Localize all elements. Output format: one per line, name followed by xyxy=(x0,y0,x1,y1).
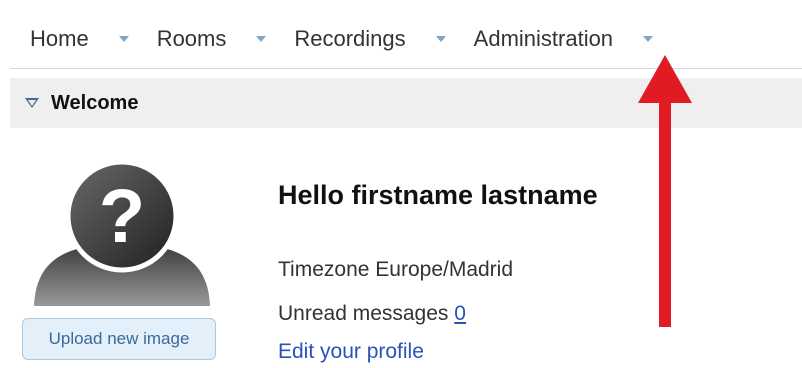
page: Home Rooms Recordings Administration Wel… xyxy=(0,0,802,368)
menu-item-label: Home xyxy=(30,26,89,51)
upload-new-image-button[interactable]: Upload new image xyxy=(22,318,216,360)
menu-item-label: Rooms xyxy=(156,26,227,51)
menu-item-rooms[interactable]: Rooms xyxy=(137,10,275,68)
timezone-line: Timezone Europe/Madrid xyxy=(278,258,513,282)
svg-text:?: ? xyxy=(99,174,145,259)
collapse-triangle-icon[interactable] xyxy=(25,98,39,108)
unread-messages-label: Unread messages xyxy=(278,302,449,325)
menu-item-home[interactable]: Home xyxy=(10,10,137,68)
welcome-title: Welcome xyxy=(51,91,139,114)
chevron-down-icon[interactable] xyxy=(118,36,129,42)
chevron-down-icon[interactable] xyxy=(256,36,267,42)
chevron-down-icon[interactable] xyxy=(643,36,654,42)
chevron-down-icon[interactable] xyxy=(435,36,446,42)
timezone-label: Timezone xyxy=(278,258,370,281)
unread-messages-count-link[interactable]: 0 xyxy=(454,302,466,325)
annotation-arrow-up-icon xyxy=(638,55,692,327)
unknown-user-avatar-icon: ? xyxy=(34,159,210,306)
menu-item-label: Administration xyxy=(473,26,614,51)
unread-messages-line: Unread messages 0 xyxy=(278,302,466,326)
menu-item-recordings[interactable]: Recordings xyxy=(274,10,453,68)
menu-item-label: Recordings xyxy=(294,26,406,51)
greeting-heading: Hello firstname lastname xyxy=(278,180,598,210)
edit-profile-link[interactable]: Edit your profile xyxy=(278,340,424,364)
timezone-value: Europe/Madrid xyxy=(375,258,514,281)
